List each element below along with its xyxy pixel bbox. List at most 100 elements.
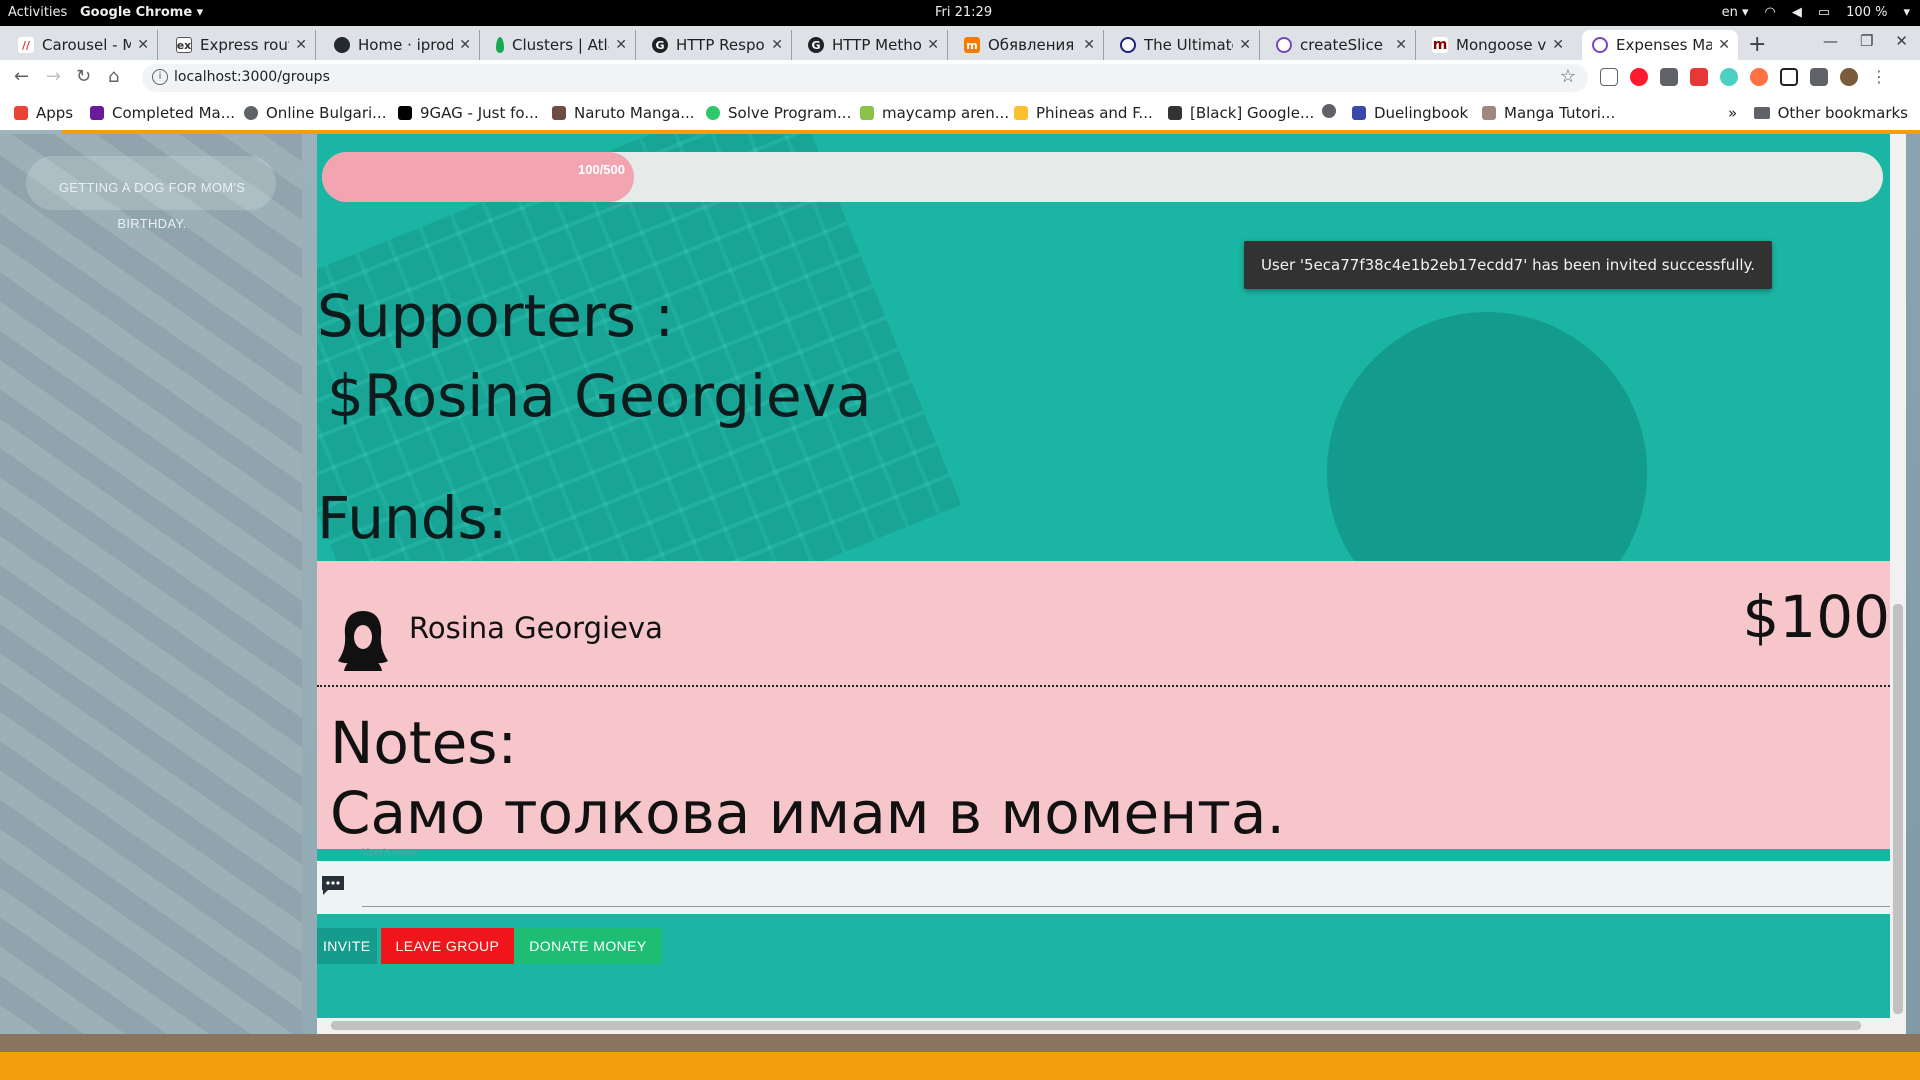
browser-tab[interactable]: ex Express routi ✕ [166, 30, 316, 60]
tab-favicon: ex [176, 37, 192, 53]
system-menu-icon[interactable]: ▾ [1903, 5, 1910, 20]
close-icon[interactable]: ✕ [1552, 37, 1564, 53]
browser-tab[interactable]: Home · iprod ✕ [324, 30, 480, 60]
browser-tab[interactable]: createSlice | R ✕ [1266, 30, 1416, 60]
bookmark-label: Online Bulgari... [266, 104, 387, 122]
app-menu-label: Google Chrome [80, 5, 193, 20]
bookmark-item[interactable]: maycamp aren... [860, 104, 1009, 122]
browser-tab[interactable]: Clusters | Atla ✕ [486, 30, 636, 60]
language-indicator[interactable]: en ▾ [1722, 5, 1749, 20]
close-icon[interactable]: ✕ [1083, 37, 1095, 53]
restore-icon[interactable]: ❐ [1860, 32, 1873, 50]
bookmark-star-icon[interactable]: ☆ [1560, 66, 1576, 87]
extension-icon[interactable] [1750, 68, 1768, 86]
app-menu[interactable]: Google Chrome ▾ [80, 5, 203, 20]
apps-grid-icon [14, 106, 28, 120]
redux-icon [1592, 37, 1608, 53]
close-icon[interactable]: ✕ [927, 37, 939, 53]
close-icon[interactable]: ✕ [1395, 37, 1407, 53]
close-icon[interactable]: ✕ [295, 37, 307, 53]
kebab-menu-icon[interactable]: ⋮ [1870, 68, 1888, 86]
footer-accent-bar [0, 1052, 1920, 1080]
group-details: 100/500 Supporters : $Rosina Georgieva F… [317, 134, 1890, 1018]
bookmark-icon [90, 106, 104, 120]
opera-icon[interactable] [1630, 68, 1648, 86]
close-icon[interactable]: ✕ [615, 37, 627, 53]
browser-tab[interactable]: G HTTP Respon ✕ [642, 30, 792, 60]
bookmark-item[interactable]: Completed Ma... [90, 104, 235, 122]
sidebar-group-label[interactable]: GETTING A DOG FOR MOM'S BIRTHDAY. [40, 170, 264, 242]
vertical-scrollbar[interactable] [1890, 134, 1906, 1034]
browser-tab[interactable]: m Mongoose v5 ✕ [1422, 30, 1572, 60]
tab-title: Carousel - Ma [42, 36, 132, 54]
invite-button[interactable]: INVITE [317, 928, 377, 964]
bookmark-item[interactable]: Duelingbook [1352, 104, 1468, 122]
bookmark-label: Duelingbook [1374, 104, 1469, 122]
bookmark-label: 9GAG - Just fo... [420, 104, 539, 122]
tab-title: Expenses Ma [1616, 36, 1713, 54]
bookmark-item[interactable] [1322, 104, 1344, 118]
close-icon[interactable]: ✕ [1239, 37, 1251, 53]
invite-success-toast: User '5eca77f38c4e1b2eb17ecdd7' has been… [1244, 241, 1772, 289]
close-icon[interactable]: ✕ [1718, 37, 1730, 53]
bookmark-item[interactable]: Apps [14, 104, 73, 122]
bookmarks-bar: Apps Completed Ma... Online Bulgari... 9… [0, 96, 1920, 130]
groups-sidebar: GETTING A DOG FOR MOM'S BIRTHDAY. [0, 134, 302, 1034]
home-icon[interactable]: ⌂ [108, 66, 119, 87]
bookmark-label: Solve Program... [728, 104, 852, 122]
extension-icon[interactable] [1720, 68, 1738, 86]
bookmark-item[interactable]: Naruto Manga... [552, 104, 695, 122]
close-window-icon[interactable]: ✕ [1895, 32, 1908, 50]
page-background-strip [0, 1034, 1920, 1052]
activities-button[interactable]: Activities [8, 5, 67, 20]
bookmark-item[interactable]: [Black] Google... [1168, 104, 1314, 122]
forward-arrow-icon[interactable]: → [46, 66, 61, 87]
avatar[interactable] [1840, 68, 1858, 86]
google-icon: G [652, 37, 668, 53]
user-name-input[interactable] [362, 861, 1890, 907]
bookmark-item[interactable]: Online Bulgari... [244, 104, 386, 122]
other-bookmarks[interactable]: Other bookmarks [1753, 104, 1908, 122]
bookmark-item[interactable]: 9GAG - Just fo... [398, 104, 539, 122]
system-tray[interactable]: en ▾ ◠ ◀ ▭ 100 % ▾ [1722, 5, 1910, 20]
clock[interactable]: Fri 21:29 [935, 5, 992, 20]
bookmark-item[interactable]: Solve Program... [706, 104, 851, 122]
browser-tab-active[interactable]: Expenses Ma ✕ [1582, 30, 1738, 60]
bookmark-item[interactable]: Manga Tutori... [1482, 104, 1615, 122]
alarm-clock-icon [1120, 37, 1136, 53]
tab-title: HTTP Respon [676, 36, 766, 54]
fund-entry: Rosina Georgieva $100 [317, 561, 1890, 687]
facebook-icon[interactable] [1660, 68, 1678, 86]
horizontal-scrollbar[interactable] [317, 1018, 1890, 1034]
page-viewport: GETTING A DOG FOR MOM'S BIRTHDAY. 100/50… [0, 130, 1920, 1080]
extension-icon[interactable] [1600, 68, 1618, 86]
user-avatar-icon [338, 611, 388, 671]
new-tab-button[interactable]: + [1748, 32, 1766, 57]
bookmark-item[interactable]: Phineas and F... [1014, 104, 1153, 122]
extension-icon[interactable] [1780, 68, 1798, 86]
redux-icon [1276, 37, 1292, 53]
browser-tab[interactable]: // Carousel - Ma ✕ [8, 30, 158, 60]
leave-group-button[interactable]: LEAVE GROUP [380, 928, 515, 964]
browser-tab[interactable]: The Ultimate ✕ [1110, 30, 1260, 60]
site-info-icon[interactable]: i [152, 69, 168, 85]
address-bar[interactable]: i localhost:3000/groups ☆ [142, 64, 1588, 92]
bookmark-label: Apps [36, 104, 74, 122]
minimize-icon[interactable]: — [1823, 32, 1838, 50]
more-bookmarks-chevron-icon[interactable]: » [1728, 104, 1737, 122]
reload-icon[interactable]: ↻ [76, 66, 91, 87]
close-icon[interactable]: ✕ [771, 37, 783, 53]
donate-money-button[interactable]: DONATE MONEY [514, 928, 662, 964]
close-icon[interactable]: ✕ [137, 37, 149, 53]
scrollbar-thumb[interactable] [1893, 604, 1903, 1014]
bookmark-label: Completed Ma... [112, 104, 236, 122]
browser-tab[interactable]: G HTTP Metho ✕ [798, 30, 948, 60]
fund-contributor-name: Rosina Georgieva [409, 611, 663, 645]
puzzle-icon[interactable] [1810, 68, 1828, 86]
scrollbar-thumb[interactable] [331, 1021, 1861, 1030]
back-arrow-icon[interactable]: ← [14, 66, 29, 87]
battery-level: 100 % [1846, 5, 1888, 20]
close-icon[interactable]: ✕ [459, 37, 471, 53]
extension-icon[interactable] [1690, 68, 1708, 86]
browser-tab[interactable]: m Обявления ✕ [954, 30, 1104, 60]
